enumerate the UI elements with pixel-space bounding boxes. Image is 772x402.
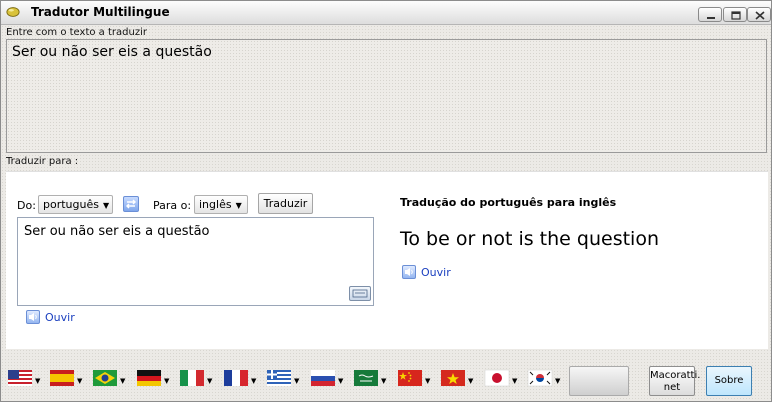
flag-greece-icon[interactable] — [266, 367, 292, 389]
listen-source-speaker-icon[interactable] — [26, 310, 40, 324]
minimize-icon — [707, 17, 715, 19]
translate-button[interactable]: Traduzir — [258, 193, 313, 214]
maximize-icon — [731, 11, 741, 20]
source-label: Entre com o texto a traduzir — [6, 27, 147, 38]
chevron-down-icon: ▼ — [102, 201, 110, 210]
result-heading: Tradução do português para inglês — [400, 196, 617, 209]
chevron-down-icon[interactable]: ▼ — [512, 377, 517, 385]
flag-spain-icon[interactable] — [49, 367, 75, 389]
chevron-down-icon[interactable]: ▼ — [555, 377, 560, 385]
chevron-down-icon: ▼ — [235, 201, 242, 210]
flag-france-icon[interactable] — [223, 367, 249, 389]
translate-to-label: Traduzir para : — [6, 156, 79, 167]
chevron-down-icon[interactable]: ▼ — [338, 377, 343, 385]
translator-input-text: Ser ou não ser eis a questão — [24, 224, 210, 239]
macoratti-button[interactable]: Macoratti. net — [649, 366, 700, 396]
chevron-down-icon[interactable]: ▼ — [120, 377, 125, 385]
keyboard-keys-icon — [352, 289, 368, 298]
blank-button[interactable] — [569, 366, 629, 396]
flag-south-korea-icon[interactable] — [527, 367, 553, 389]
flag-brazil-icon[interactable] — [92, 367, 118, 389]
chevron-down-icon[interactable]: ▼ — [251, 377, 256, 385]
close-button[interactable] — [747, 7, 771, 22]
translation-result: To be or not is the question — [400, 228, 659, 250]
chevron-down-icon[interactable]: ▼ — [164, 377, 169, 385]
chevron-down-icon[interactable]: ▼ — [294, 377, 299, 385]
speaker-icon — [405, 268, 413, 276]
to-language-select[interactable]: inglês ▼ — [194, 195, 248, 214]
main-window: Tradutor Multilingue Entre com o texto a… — [0, 0, 772, 402]
chevron-down-icon[interactable]: ▼ — [468, 377, 473, 385]
flag-germany-icon[interactable] — [136, 367, 162, 389]
close-icon — [755, 11, 765, 20]
flag-saudi-arabia-icon[interactable] — [353, 367, 379, 389]
keyboard-icon[interactable] — [349, 286, 371, 301]
flag-japan-icon[interactable] — [484, 367, 510, 389]
translator-panel: Do: português ▼ Para o: inglês ▼ Traduzir … — [6, 171, 768, 349]
flag-usa-icon[interactable] — [7, 367, 33, 389]
macoratti-button-label: Macoratti. net — [650, 370, 701, 393]
title-bar: Tradutor Multilingue — [1, 1, 771, 25]
flag-china-icon[interactable] — [397, 367, 423, 389]
flag-italy-icon[interactable] — [179, 367, 205, 389]
flag-russia-icon[interactable] — [310, 367, 336, 389]
app-icon — [6, 7, 20, 17]
maximize-button[interactable] — [723, 7, 747, 22]
flag-vietnam-icon[interactable] — [440, 367, 466, 389]
chevron-down-icon[interactable]: ▼ — [425, 377, 430, 385]
minimize-button[interactable] — [698, 7, 722, 22]
language-flag-toolbar: ▼ ▼ ▼ ▼ ▼ ▼ ▼ ▼ ▼ ▼ ▼ ▼ ▼ Macoratti. net… — [1, 353, 771, 401]
chevron-down-icon[interactable]: ▼ — [207, 377, 212, 385]
listen-source-link[interactable]: Ouvir — [45, 311, 75, 324]
translator-input[interactable]: Ser ou não ser eis a questão — [17, 217, 374, 306]
from-language-value: português — [43, 198, 99, 211]
from-language-select[interactable]: português ▼ — [38, 195, 113, 214]
about-button[interactable]: Sobre — [706, 366, 752, 396]
to-language-value: inglês — [199, 198, 232, 211]
chevron-down-icon[interactable]: ▼ — [35, 377, 40, 385]
chevron-down-icon[interactable]: ▼ — [381, 377, 386, 385]
swap-languages-button[interactable] — [123, 196, 139, 212]
speaker-icon — [29, 313, 37, 321]
from-label: Do: — [17, 199, 36, 212]
listen-result-speaker-icon[interactable] — [402, 265, 416, 279]
swap-icon — [126, 199, 136, 209]
source-text-input[interactable]: Ser ou não ser eis a questão — [6, 39, 767, 153]
to-label: Para o: — [153, 199, 192, 212]
chevron-down-icon[interactable]: ▼ — [77, 377, 82, 385]
window-title: Tradutor Multilingue — [31, 5, 170, 19]
listen-result-link[interactable]: Ouvir — [421, 266, 451, 279]
